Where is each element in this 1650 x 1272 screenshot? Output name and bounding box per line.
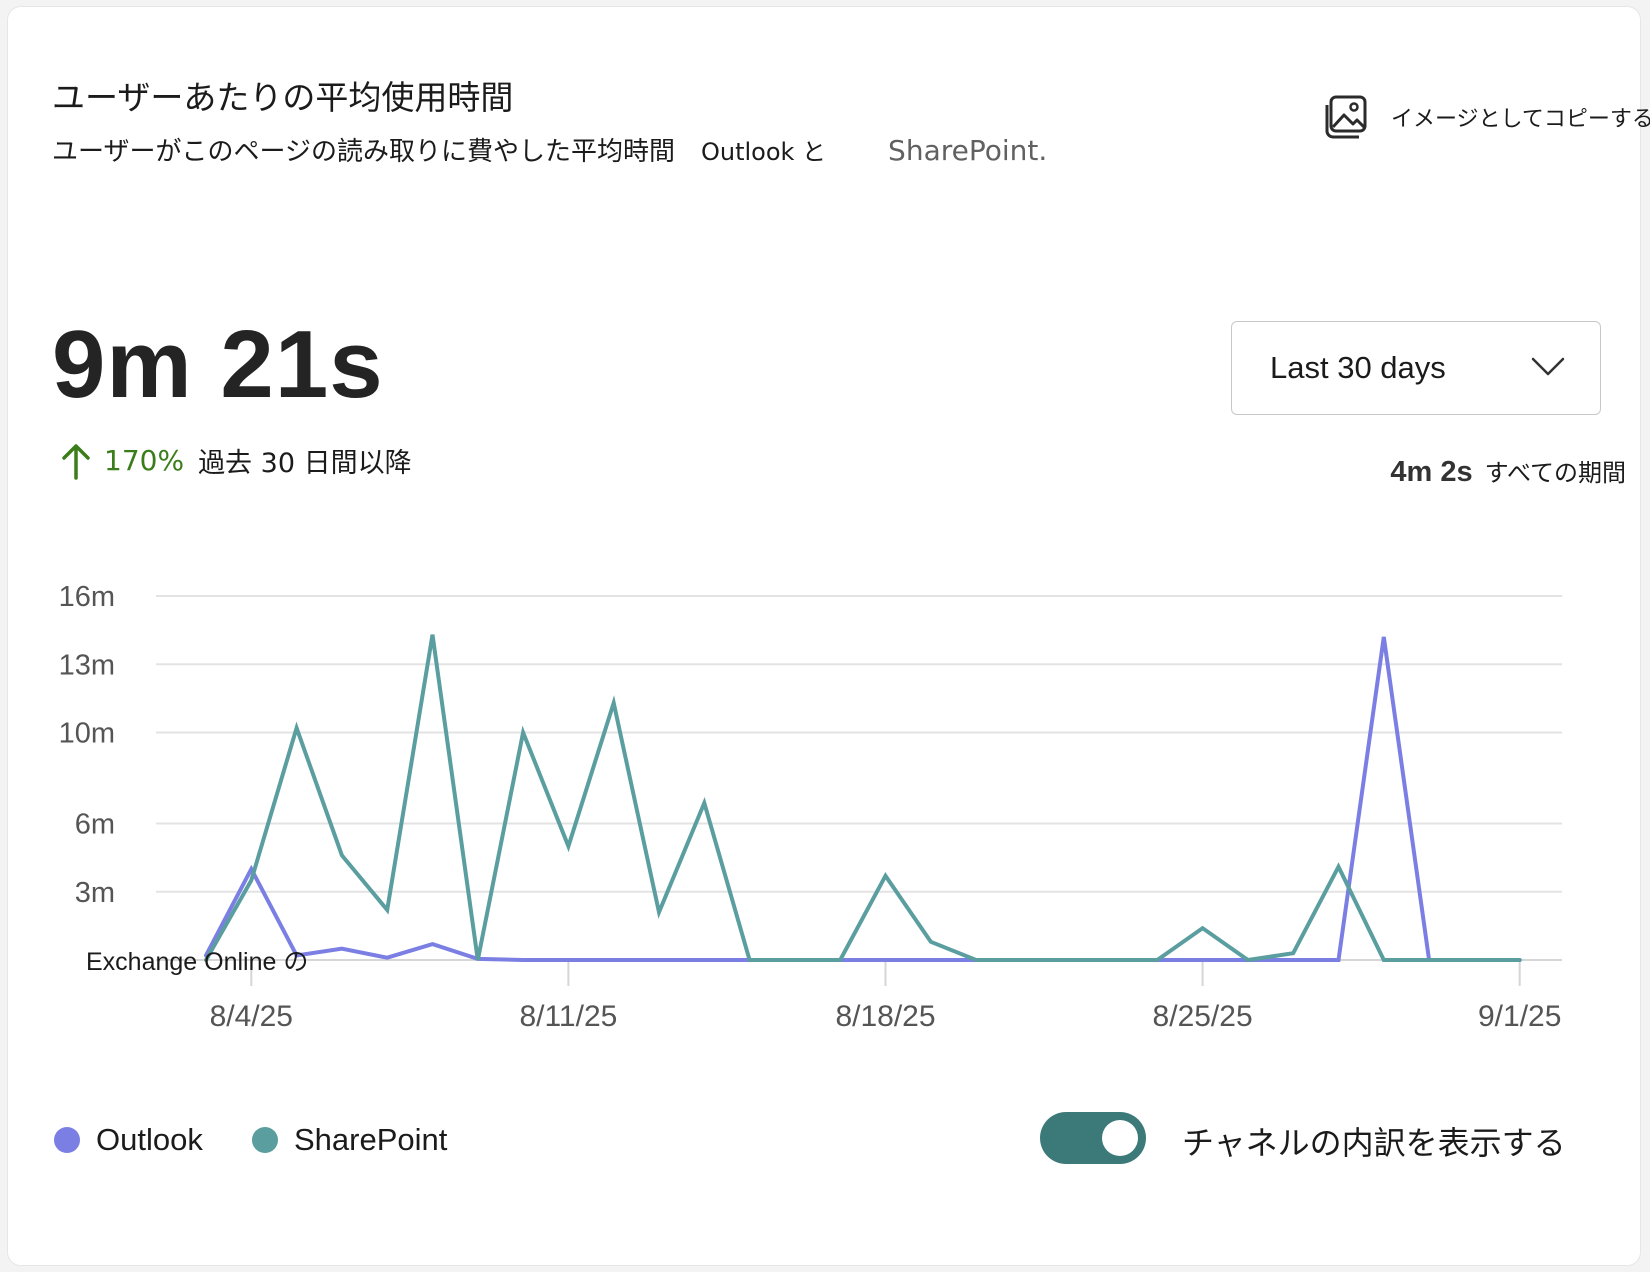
series-line-outlook [204,636,1522,962]
all-time-value: 4m 2s [1390,456,1473,488]
legend-item-sharepoint[interactable]: SharePoint [252,1122,447,1158]
all-time-average: 4m 2s すべての期間 [1390,453,1626,489]
series-line-sharepoint [204,634,1522,963]
legend-dot-outlook [54,1127,80,1153]
subtitle-text: ユーザーがこのページの読み取りに費やした平均時間 [52,137,675,167]
y-tick-label: 13m [59,649,115,681]
copy-as-image-label: イメージとしてコピーする [1391,107,1650,132]
x-tick-label: 8/18/25 [835,1000,935,1033]
x-tick-label: 8/25/25 [1153,1000,1253,1033]
y-tick-label: 3m [75,877,115,909]
y-tick-label: 10m [59,718,115,750]
copy-as-image-button[interactable]: イメージとしてコピーする [1319,91,1650,143]
trend-percent: 170% [104,444,185,477]
exchange-online-label: Exchange Online の [86,948,308,976]
x-tick-label: 8/11/25 [519,1000,617,1033]
average-time-value: 9m 21s [52,311,384,418]
legend-label-outlook: Outlook [96,1122,203,1157]
all-time-label: すべての期間 [1484,459,1626,487]
card-title: ユーザーあたりの平均使用時間 [52,78,514,117]
chevron-down-icon [1531,357,1565,376]
legend-item-outlook[interactable]: Outlook [54,1122,203,1158]
date-range-dropdown[interactable]: Last 30 days [1231,321,1601,415]
x-tick-label: 9/1/25 [1478,1000,1561,1033]
x-tick-label: 8/4/25 [210,1000,293,1033]
trend-period: 過去 30 日間以降 [198,448,412,479]
arrow-up-icon [62,443,90,480]
channel-breakdown-toggle[interactable] [1040,1112,1146,1164]
y-tick-label: 6m [75,809,115,841]
usage-line-chart: 3m 6m 10m 13m 16m 8/4/25 8/11/25 8/18/25 8/25/25… [59,581,1562,1033]
subtitle-sharepoint: SharePoint. [888,134,1048,167]
channel-breakdown-label: チャネルの内訳を表示する [1182,1124,1566,1162]
trend-row: 170% 過去 30 日間以降 [60,441,412,480]
card-subtitle: ユーザーがこのページの読み取りに費やした平均時間 Outlook と SharePo… [52,131,1047,168]
date-range-value: Last 30 days [1270,350,1446,385]
toggle-knob [1102,1120,1138,1156]
legend-label-sharepoint: SharePoint [294,1122,448,1157]
legend-dot-sharepoint [252,1127,278,1153]
y-tick-label: 16m [59,581,115,613]
copy-image-icon [1325,95,1367,139]
subtitle-outlook: Outlook と [700,138,827,166]
